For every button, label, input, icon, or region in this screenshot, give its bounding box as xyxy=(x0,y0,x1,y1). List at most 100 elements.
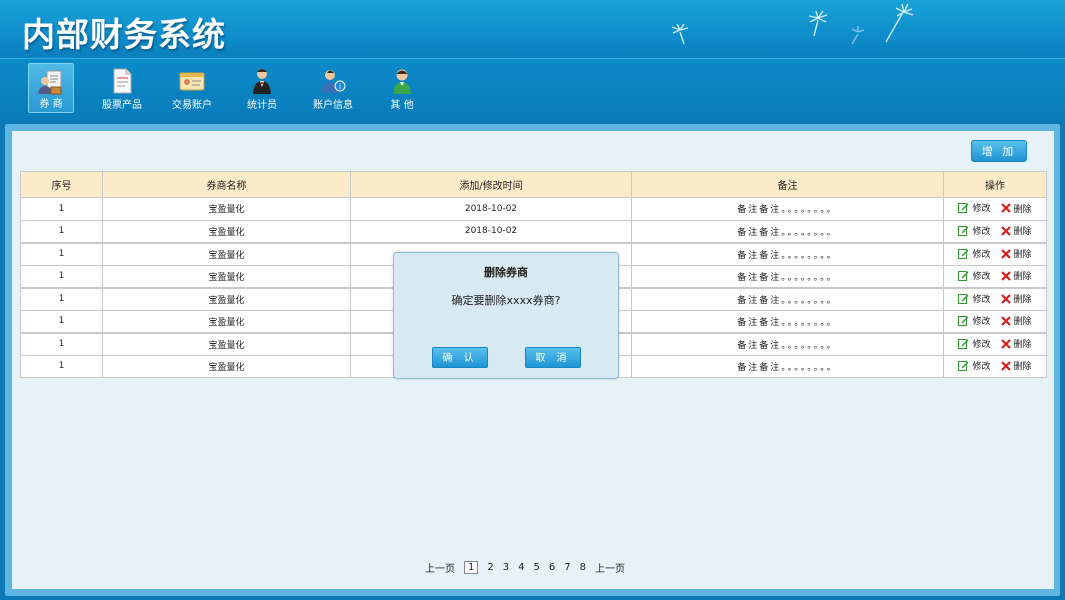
edit-label: 修改 xyxy=(972,249,991,260)
delete-confirm-dialog: 删除券商 确定要删除xxxx券商? 确 认 取 消 xyxy=(393,252,619,379)
edit-icon xyxy=(958,270,969,281)
cell-index: 1 xyxy=(20,354,103,378)
cell-note: 备注备注。。。。。。。。 xyxy=(631,331,944,356)
edit-icon xyxy=(958,248,969,259)
column-header-index: 序号 xyxy=(20,171,103,198)
page-link-3[interactable]: 3 xyxy=(503,562,509,573)
edit-icon xyxy=(958,315,969,326)
delete-button[interactable]: 删除 xyxy=(1000,202,1032,215)
add-broker-button[interactable]: 增 加 xyxy=(971,140,1027,162)
nav-item-stock-products[interactable]: 股票产品 xyxy=(100,63,144,113)
delete-button[interactable]: 删除 xyxy=(1000,359,1032,373)
cell-note: 备注备注。。。。。。。。 xyxy=(631,309,944,333)
nav-item-account-info[interactable]: i 账户信息 xyxy=(310,63,356,113)
cell-actions: 修改 删除 xyxy=(943,219,1047,243)
page-link-2[interactable]: 2 xyxy=(487,562,493,573)
cell-actions: 修改 删除 xyxy=(943,309,1047,333)
page-link-4[interactable]: 4 xyxy=(518,562,524,573)
waiter-person-icon xyxy=(253,69,271,94)
note-text: 备注备注。。。。。。。。 xyxy=(737,295,838,306)
note-text: 备注备注。。。。。。。。 xyxy=(737,317,838,328)
delete-button[interactable]: 删除 xyxy=(1000,337,1032,350)
page-link-8[interactable]: 8 xyxy=(580,562,586,573)
edit-label: 修改 xyxy=(972,361,991,372)
document-icon xyxy=(113,68,132,94)
column-header-actions: 操作 xyxy=(943,171,1047,198)
app-title: 内部财务系统 xyxy=(22,15,226,54)
edit-button[interactable]: 修改 xyxy=(958,314,991,327)
edit-button[interactable]: 修改 xyxy=(958,359,991,372)
cancel-button[interactable]: 取 消 xyxy=(525,347,581,368)
delete-x-icon xyxy=(1000,315,1011,326)
cell-actions: 修改 删除 xyxy=(943,241,1047,266)
cell-note: 备注备注。。。。。。。。 xyxy=(631,241,944,266)
delete-x-icon xyxy=(1000,225,1011,236)
edit-label: 修改 xyxy=(972,339,991,350)
user-info-icon: i xyxy=(321,70,346,93)
delete-label: 删除 xyxy=(1013,272,1032,282)
delete-button[interactable]: 删除 xyxy=(1000,224,1032,237)
cell-index: 1 xyxy=(20,331,103,356)
edit-button[interactable]: 修改 xyxy=(958,247,991,260)
note-text: 备注备注。。。。。。。。 xyxy=(737,272,838,283)
nav-item-label: 统计员 xyxy=(247,100,277,111)
delete-button[interactable]: 删除 xyxy=(1000,269,1032,282)
cell-broker-name: 宝盈量化 xyxy=(102,219,351,243)
table-row: 1 宝盈量化 2018-10-02 备注备注。。。。。。。。 修改 删除 xyxy=(20,219,1047,243)
cell-index: 1 xyxy=(20,219,103,243)
cell-actions: 修改 删除 xyxy=(943,286,1047,311)
edit-icon xyxy=(958,338,969,349)
edit-button[interactable]: 修改 xyxy=(958,269,991,282)
edit-icon xyxy=(958,293,969,304)
cell-index: 1 xyxy=(20,286,103,311)
edit-button[interactable]: 修改 xyxy=(958,292,991,305)
edit-label: 修改 xyxy=(972,294,991,305)
edit-label: 修改 xyxy=(972,316,991,327)
cell-broker-name: 宝盈量化 xyxy=(102,286,351,311)
nav-item-trading-accounts[interactable]: 交易账户 xyxy=(170,63,214,113)
delete-label: 删除 xyxy=(1013,204,1032,215)
cell-broker-name: 宝盈量化 xyxy=(102,354,351,378)
delete-button[interactable]: 删除 xyxy=(1000,292,1032,305)
edit-button[interactable]: 修改 xyxy=(958,337,991,350)
table-header-row: 序号 券商名称 添加/修改时间 备注 操作 xyxy=(20,171,1047,198)
cell-index: 1 xyxy=(20,241,103,266)
nav-item-broker[interactable]: 券 商 xyxy=(28,63,74,113)
note-text: 备注备注。。。。。。。。 xyxy=(737,340,838,351)
delete-x-icon xyxy=(1000,360,1011,371)
page-link-6[interactable]: 6 xyxy=(549,562,555,573)
page-link-5[interactable]: 5 xyxy=(534,562,540,573)
cell-index: 1 xyxy=(20,264,103,288)
cell-broker-name: 宝盈量化 xyxy=(102,331,351,356)
nav-item-label: 账户信息 xyxy=(313,100,353,111)
pagination: 上一页 1 2 3 4 5 6 7 8 上一页 xyxy=(425,560,634,575)
page-link-1[interactable]: 1 xyxy=(464,560,479,574)
cell-actions: 修改 删除 xyxy=(943,197,1047,221)
edit-label: 修改 xyxy=(972,271,991,282)
cell-actions: 修改 删除 xyxy=(943,264,1047,288)
cell-index: 1 xyxy=(20,197,103,221)
delete-label: 删除 xyxy=(1013,295,1032,305)
edit-button[interactable]: 修改 xyxy=(958,224,991,237)
delete-label: 删除 xyxy=(1013,362,1032,373)
delete-button[interactable]: 删除 xyxy=(1000,247,1032,260)
cell-time: 2018-10-02 xyxy=(350,219,632,243)
delete-button[interactable]: 删除 xyxy=(1000,314,1032,327)
cell-note: 备注备注。。。。。。。。 xyxy=(631,286,944,311)
delete-x-icon xyxy=(1000,293,1011,304)
column-header-broker-name: 券商名称 xyxy=(102,171,351,198)
nav-item-label: 交易账户 xyxy=(172,100,212,111)
cell-broker-name: 宝盈量化 xyxy=(102,264,351,288)
id-card-icon xyxy=(179,72,205,91)
nav-item-statistician[interactable]: 统计员 xyxy=(240,63,284,113)
nav-item-other[interactable]: 其 他 xyxy=(380,63,424,113)
edit-icon xyxy=(958,360,969,371)
next-page-link[interactable]: 上一页 xyxy=(595,560,625,575)
edit-label: 修改 xyxy=(972,204,991,215)
prev-page-link[interactable]: 上一页 xyxy=(425,560,455,575)
broker-icon xyxy=(38,70,62,95)
confirm-button[interactable]: 确 认 xyxy=(432,347,488,368)
page-link-7[interactable]: 7 xyxy=(564,562,570,573)
edit-button[interactable]: 修改 xyxy=(958,201,991,215)
svg-text:i: i xyxy=(339,83,341,91)
